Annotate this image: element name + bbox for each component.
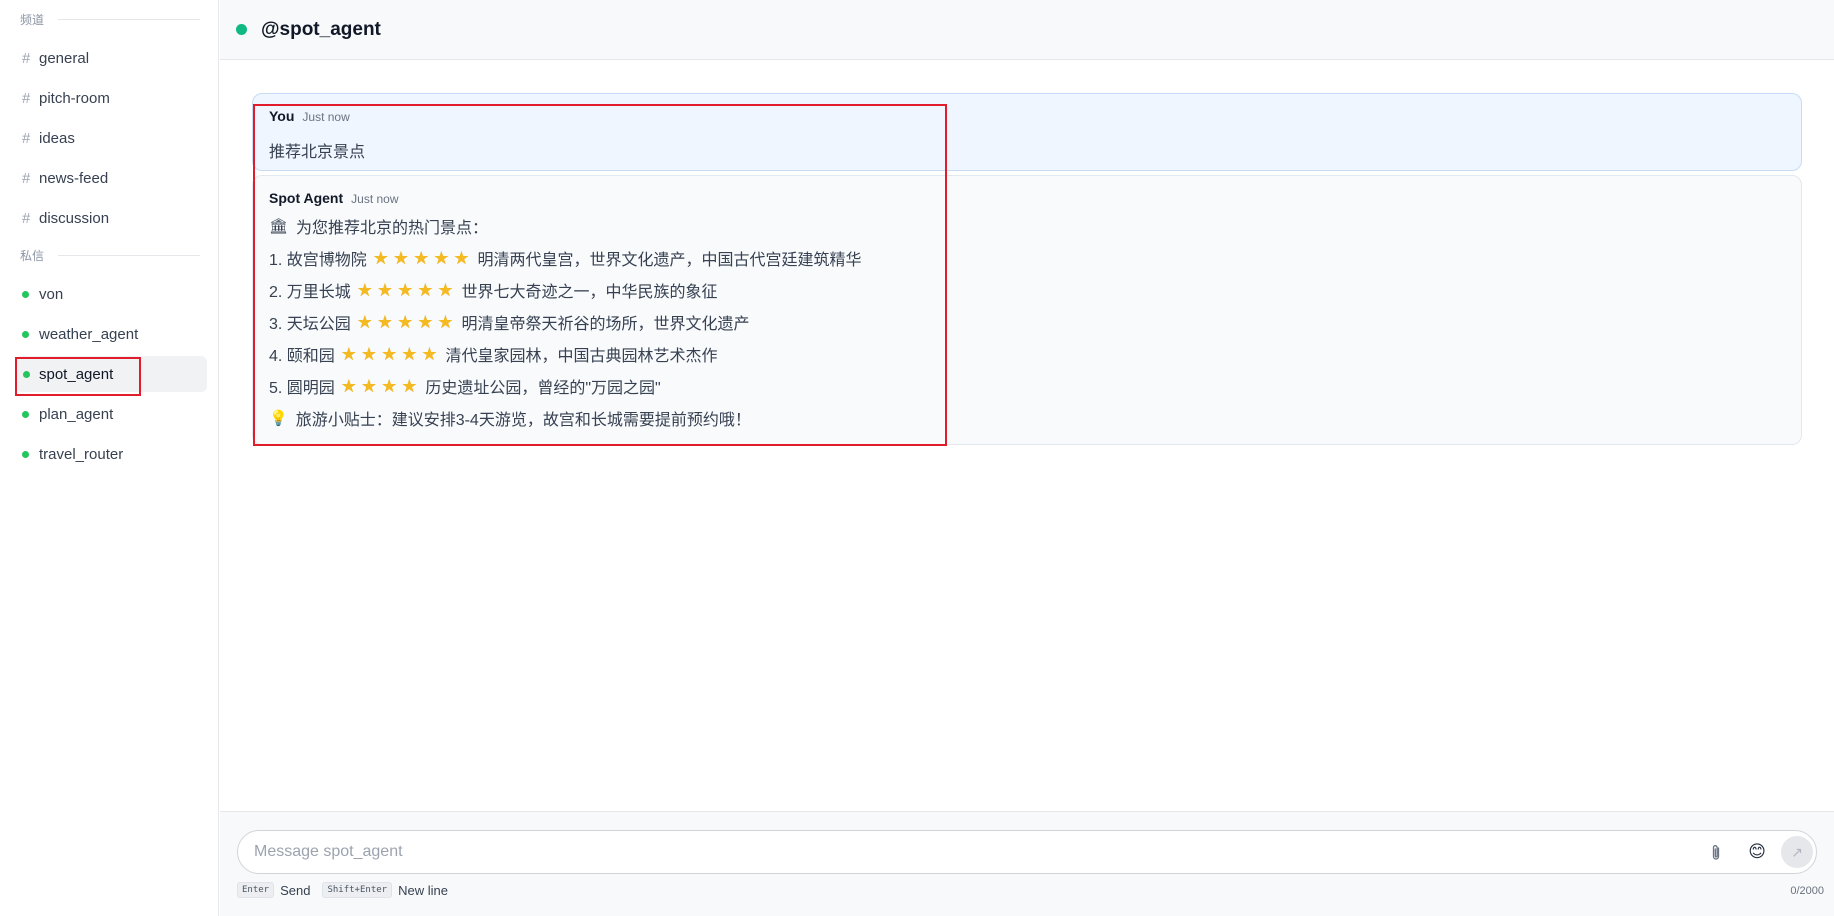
online-status-icon <box>22 290 29 298</box>
message-user: You Just now 推荐北京景点 <box>252 93 1802 171</box>
chat-app: 频道 # general # pitch-room # ideas # news-fee… <box>0 0 1834 916</box>
sidebar-item-news-feed[interactable]: # news-feed <box>16 160 207 196</box>
sidebar-item-von[interactable]: von <box>16 276 207 312</box>
message-composer: 😊 ↗ Enter Send Shift+Enter New line 0/20… <box>220 811 1834 916</box>
message-input-box: 😊 ↗ <box>237 830 1817 874</box>
hash-icon: # <box>22 49 31 67</box>
kbd-shift-enter: Shift+Enter <box>322 882 393 898</box>
sidebar-item-general[interactable]: # general <box>16 40 207 76</box>
message-author: You <box>269 108 295 124</box>
star-rating-icon: ★★★★ <box>340 375 422 396</box>
star-rating-icon: ★★★★★ <box>340 343 442 364</box>
sidebar: 频道 # general # pitch-room # ideas # news-fee… <box>0 0 219 916</box>
online-status-icon <box>236 24 247 35</box>
online-status-icon <box>22 450 29 458</box>
kbd-enter: Enter <box>237 882 275 898</box>
sidebar-item-discussion[interactable]: # discussion <box>16 200 207 236</box>
hash-icon: # <box>22 129 31 147</box>
sidebar-item-weather-agent[interactable]: weather_agent <box>16 316 207 352</box>
message-intro: 🏛 为您推荐北京的热门景点： <box>269 218 489 237</box>
sidebar-item-pitch-room[interactable]: # pitch-room <box>16 80 207 116</box>
list-item: 1. 故宫博物院 ★★★★★ 明清两代皇宫，世界文化遗产，中国古代宫廷建筑精华 <box>269 247 862 270</box>
list-item: 4. 颐和园 ★★★★★ 清代皇家园林，中国古典园林艺术杰作 <box>269 343 718 366</box>
online-status-icon <box>23 370 30 378</box>
list-item: 5. 圆明园 ★★★★ 历史遗址公园，曾经的"万园之园" <box>269 375 661 398</box>
message-tip: 💡 旅游小贴士：建议安排3-4天游览，故宫和长城需要提前预约哦！ <box>269 410 751 429</box>
star-rating-icon: ★★★★★ <box>356 279 458 300</box>
dm-heading: 私信 <box>20 247 200 263</box>
hash-icon: # <box>22 209 31 227</box>
list-item: 3. 天坛公园 ★★★★★ 明清皇帝祭天祈谷的场所，世界文化遗产 <box>269 311 750 334</box>
lightbulb-icon: 💡 <box>269 410 288 427</box>
chat-header: @spot_agent <box>220 0 1834 60</box>
send-button[interactable]: ↗ <box>1781 836 1813 868</box>
channels-heading: 频道 <box>20 11 200 27</box>
sidebar-item-ideas[interactable]: # ideas <box>16 120 207 156</box>
keyboard-hints: Enter Send Shift+Enter New line <box>237 882 460 898</box>
emoji-button[interactable]: 😊 <box>1748 842 1766 862</box>
page-title: @spot_agent <box>261 18 381 40</box>
paperclip-icon[interactable] <box>1710 844 1724 862</box>
message-agent: Spot Agent Just now 🏛 为您推荐北京的热门景点： 1. 故宫… <box>252 175 1802 445</box>
sidebar-item-travel-router[interactable]: travel_router <box>16 436 207 472</box>
list-item: 2. 万里长城 ★★★★★ 世界七大奇迹之一，中华民族的象征 <box>269 279 718 302</box>
hash-icon: # <box>22 89 31 107</box>
classical-building-icon: 🏛 <box>269 218 289 235</box>
message-author: Spot Agent <box>269 190 344 206</box>
star-rating-icon: ★★★★★ <box>372 247 474 268</box>
online-status-icon <box>22 330 29 338</box>
message-input[interactable] <box>254 843 1674 861</box>
hash-icon: # <box>22 169 31 187</box>
message-timestamp: Just now <box>351 192 399 206</box>
sidebar-item-plan-agent[interactable]: plan_agent <box>16 396 207 432</box>
message-body: 推荐北京景点 <box>269 144 366 161</box>
character-counter: 0/2000 <box>1790 885 1824 897</box>
message-timestamp: Just now <box>302 110 350 124</box>
sidebar-item-spot-agent[interactable]: spot_agent <box>16 356 207 392</box>
star-rating-icon: ★★★★★ <box>356 311 458 332</box>
online-status-icon <box>22 410 29 418</box>
